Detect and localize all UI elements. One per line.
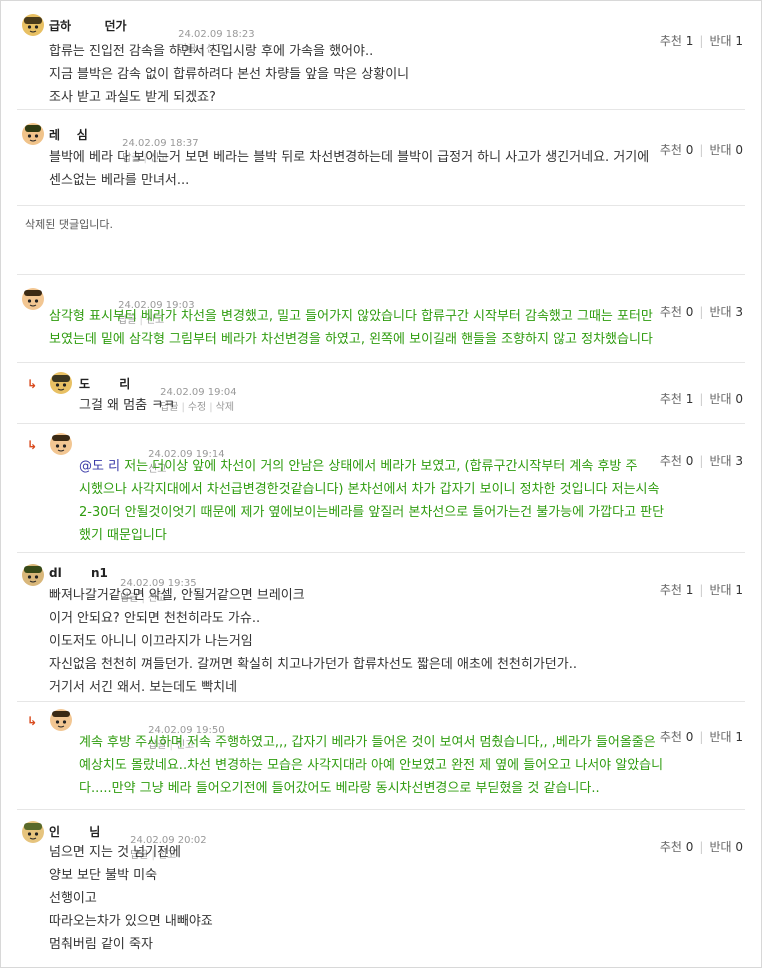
comment-body: @도 리 저는 더이상 앞에 차선이 거의 안남은 상태에서 베라가 보였고, …	[79, 455, 664, 547]
delete-link[interactable]: 삭제	[216, 402, 234, 413]
comment-body: 블박에 베라 다 보이는거 보면 베라는 블박 뒤로 차선변경하는데 블박이 급…	[49, 146, 649, 192]
avatar[interactable]	[21, 122, 45, 146]
comment-line: 빠져나갈거같으면 악셀, 안될거같으면 브레이크	[49, 588, 305, 603]
vote-box: 추천 1 | 반대 0	[659, 392, 743, 406]
reply-arrow-icon: ↳	[27, 714, 38, 728]
vote-box: 추천 0 | 반대 0	[659, 143, 743, 157]
comment-body: 합류는 진입전 감속을 하면서 진입시랑 후에 가속을 했어야.. 지금 블박은…	[49, 40, 409, 109]
upvote-button[interactable]: 추천 1	[660, 34, 694, 48]
comment-line: 보였는데 밑에 삼각형 그림부터 베라가 차선변경을 하였고, 왼쪽에 보이길래…	[49, 332, 653, 347]
downvote-button[interactable]: 반대 1	[709, 583, 743, 597]
downvote-button[interactable]: 반대 3	[709, 305, 743, 319]
comment-line: 블박에 베라 다 보이는거 보면 베라는 블박 뒤로 차선변경하는데 블박이 급…	[49, 150, 650, 165]
comment-time: 24.02.09 18:23	[178, 29, 255, 40]
downvote-button[interactable]: 반대 1	[709, 730, 743, 744]
comment-author[interactable]: dl n1	[49, 566, 108, 580]
comment-line: @도 리 저는 더이상 앞에 차선이 거의 안남은 상태에서 베라가 보였고, …	[79, 459, 638, 474]
comment-line: 자신없음 천천히 껴들던가. 갈꺼면 확실히 치고나가던가 합류차선도 짧은데 …	[49, 657, 577, 672]
comment-line: 계속 후방 주시하며 저속 주행하였고,,, 갑자기 베라가 들어온 것이 보여…	[79, 735, 656, 750]
avatar[interactable]	[49, 708, 73, 732]
downvote-button[interactable]: 반대 0	[709, 143, 743, 157]
comment-body: 삼각형 표시부터 베라가 차선을 변경했고, 밀고 들어가지 않았습니다 합류구…	[49, 305, 653, 351]
vote-box: 추천 1 | 반대 1	[659, 34, 743, 48]
comment-line: 이도저도 아니니 이끄라지가 나는거임	[49, 634, 253, 649]
upvote-button[interactable]: 추천 0	[660, 840, 694, 854]
comment-line: 따라오는차가 있으면 내빼야죠	[49, 914, 213, 929]
reply-item: ↳ 24.02.09 19:14 신고 추천 0 | 반대 3 @도 리 저는 더이…	[17, 424, 745, 553]
comment-line: 이거 안되요? 안되면 천천히라도 가슈..	[49, 611, 261, 626]
downvote-button[interactable]: 반대 0	[709, 392, 743, 406]
comment-item: dl n1 24.02.09 19:35 답글 | 신고 추천 1 | 반대 1 빠져나…	[17, 553, 745, 702]
vote-box: 추천 1 | 반대 1	[659, 583, 743, 597]
comment-line: 2-30더 안될것이엇기 때문에 제가 옆에보이는베라를 앞질러 본차선으로 들…	[79, 505, 665, 520]
avatar[interactable]	[21, 287, 45, 311]
comment-body: 빠져나갈거같으면 악셀, 안될거같으면 브레이크 이거 안되요? 안되면 천천히…	[49, 584, 577, 699]
downvote-button[interactable]: 반대 1	[709, 34, 743, 48]
downvote-button[interactable]: 반대 3	[709, 454, 743, 468]
comment-line: 예상치도 몰랐네요..차선 변경하는 모습은 사각지대라 아예 안보였고 완전 …	[79, 758, 664, 773]
comment-body: 넘으면 지는 것 넘기전에 양보 보단 불박 미숙 선행이고 따라오는차가 있으…	[49, 841, 213, 956]
reply-arrow-icon: ↳	[27, 438, 38, 452]
comment-body: 그걸 왜 멈춤 ㅋㅋ	[79, 394, 175, 417]
deleted-notice: 삭제된 댓글입니다.	[25, 218, 113, 231]
avatar[interactable]	[49, 371, 73, 395]
comment-line: 넘으면 지는 것 넘기전에	[49, 845, 181, 860]
comment-line: 시했으나 사각지대에서 차선급변경한것같습니다) 본차선에서 차가 갑자기 보이…	[79, 482, 660, 497]
comment-item: 레 심 24.02.09 18:37 답글 | 신고 추천 0 | 반대 0 블박에 베…	[17, 110, 745, 206]
upvote-button[interactable]: 추천 1	[660, 583, 694, 597]
avatar[interactable]	[21, 820, 45, 844]
vote-box: 추천 0 | 반대 0	[659, 840, 743, 854]
comment-line: 다.....만약 그냥 베라 들어오기전에 들어갔어도 베라랑 동시차선변경으로…	[79, 781, 600, 796]
comment-author[interactable]: 인 님	[49, 823, 100, 840]
comment-line: 그걸 왜 멈춤 ㅋㅋ	[79, 398, 176, 413]
reply-item: ↳ 도 리 24.02.09 19:04 답글 | 수정 | 삭제 추천 1 | 반대 0 …	[17, 363, 745, 424]
upvote-button[interactable]: 추천 0	[660, 454, 694, 468]
comment-line: 멈춰버림 같이 죽자	[49, 937, 153, 952]
deleted-comment: 삭제된 댓글입니다.	[17, 206, 745, 275]
comment-item: 인 님 24.02.09 20:02 답글 | 신고 추천 0 | 반대 0 넘으면 지…	[17, 810, 745, 967]
comment-body: 계속 후방 주시하며 저속 주행하였고,,, 갑자기 베라가 들어온 것이 보여…	[79, 731, 663, 800]
comment-line: 합류는 진입전 감속을 하면서 진입시랑 후에 가속을 했어야..	[49, 44, 374, 59]
reply-item: ↳ 24.02.09 19:50 답글 | 신고 추천 0 | 반대 1 계속 후방 주…	[17, 702, 745, 810]
comment-line: 조사 받고 과실도 받게 되겠죠?	[49, 90, 216, 105]
avatar[interactable]	[49, 432, 73, 456]
comment-line: 삼각형 표시부터 베라가 차선을 변경했고, 밀고 들어가지 않았습니다 합류구…	[49, 309, 653, 324]
avatar[interactable]	[21, 13, 45, 37]
downvote-button[interactable]: 반대 0	[709, 840, 743, 854]
upvote-button[interactable]: 추천 0	[660, 143, 694, 157]
comment-line: 지금 블박은 감속 없이 합류하려다 본선 차량들 앞을 막은 상황이니	[49, 67, 410, 82]
upvote-button[interactable]: 추천 0	[660, 305, 694, 319]
mention-link[interactable]: @도 리	[79, 459, 120, 474]
comment-line: 선행이고	[49, 891, 97, 906]
comment-list: 급하 던가 24.02.09 18:23 답글 | 신고 추천 1 | 반대 1 합류는…	[0, 0, 762, 968]
reply-arrow-icon: ↳	[27, 377, 38, 391]
comment-author[interactable]: 도 리	[79, 375, 130, 392]
comment-line: 했기 때문입니다	[79, 528, 167, 543]
comment-line: 센스없는 베라를 만녀서...	[49, 173, 190, 188]
upvote-button[interactable]: 추천 0	[660, 730, 694, 744]
comment-line: 양보 보단 불박 미숙	[49, 868, 158, 883]
comment-author[interactable]: 레 심	[49, 126, 88, 143]
comment-item: 급하 던가 24.02.09 18:23 답글 | 신고 추천 1 | 반대 1 합류는…	[17, 13, 745, 110]
edit-link[interactable]: 수정	[188, 402, 206, 413]
comment-item: 24.02.09 19:03 답글 | 신고 추천 0 | 반대 3 삼각형 표시부터 …	[17, 275, 745, 363]
comment-author[interactable]: 급하 던가	[49, 17, 127, 34]
avatar[interactable]	[21, 563, 45, 587]
comment-line: 거기서 서긴 왜서. 보는데도 빡치네	[49, 680, 238, 695]
upvote-button[interactable]: 추천 1	[660, 392, 694, 406]
